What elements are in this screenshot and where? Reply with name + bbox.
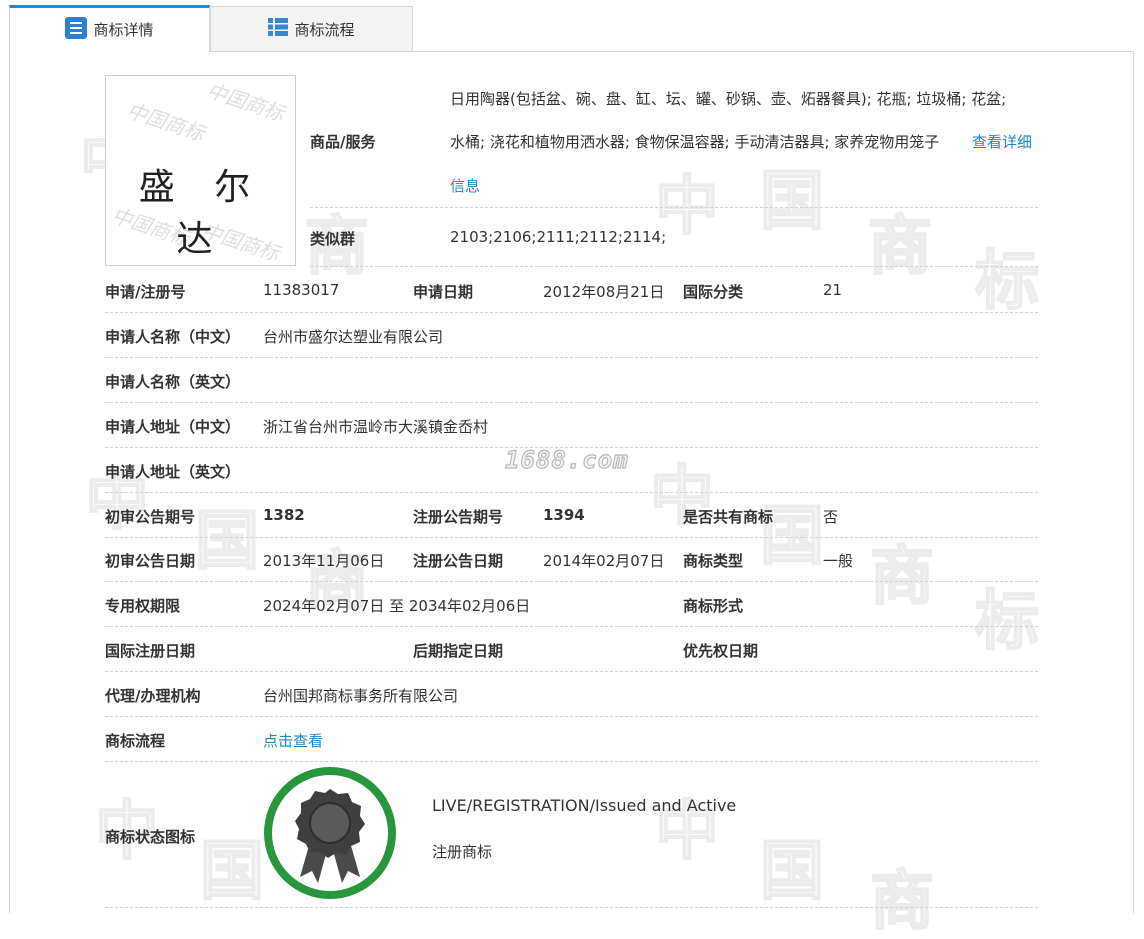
status-badge-icon: [264, 767, 396, 899]
prelim-date-label: 初审公告日期: [105, 552, 196, 570]
priority-date-label: 优先权日期: [683, 642, 759, 660]
agent-label: 代理/办理机构: [105, 687, 201, 705]
applicant-en-label: 申请人名称（英文）: [105, 373, 241, 391]
tab-trademark-detail[interactable]: 商标详情: [9, 5, 210, 51]
goods-label: 商品/服务: [310, 133, 376, 151]
logo-watermark: 中国商标: [203, 78, 288, 126]
reg-pub-no-value: 1394: [543, 506, 585, 524]
reg-no-label: 申请/注册号: [105, 283, 186, 301]
prelim-date-value: 2013年11月06日: [263, 552, 385, 570]
applicant-cn-label: 申请人名称（中文）: [105, 328, 241, 346]
flow-label: 商标流程: [105, 732, 166, 750]
later-date-label: 后期指定日期: [413, 642, 504, 660]
tm-type-value: 一般: [823, 552, 854, 570]
view-details-link-cont[interactable]: 信息: [450, 175, 480, 196]
intl-class-value: 21: [823, 281, 843, 299]
prelim-no-value: 1382: [263, 506, 305, 524]
applicant-cn-value: 台州市盛尔达塑业有限公司: [263, 328, 444, 346]
apply-date-value: 2012年08月21日: [543, 283, 665, 301]
address-en-label: 申请人地址（英文）: [105, 463, 241, 481]
intl-class-label: 国际分类: [683, 283, 744, 301]
status-chinese: 注册商标: [432, 843, 493, 861]
goods-line-2: 水桶; 浇花和植物用洒水器; 食物保温容器; 手动清洁器具; 家养宠物用笼子: [450, 133, 940, 151]
shared-value: 否: [823, 508, 839, 526]
view-details-link[interactable]: 查看详细: [972, 131, 1032, 152]
tab-bar: 商标详情 商标流程: [0, 0, 1144, 52]
intl-reg-date-label: 国际注册日期: [105, 642, 196, 660]
tm-form-label: 商标形式: [683, 597, 744, 615]
tab-label: 商标流程: [294, 20, 355, 39]
prelim-no-label: 初审公告期号: [105, 508, 196, 526]
trademark-image: 中国商标 中国商标 中国商标 中国商标 盛 尔 达: [105, 75, 296, 266]
agent-value: 台州国邦商标事务所有限公司: [263, 687, 459, 705]
status-icon-label: 商标状态图标: [105, 828, 196, 846]
similar-group-value: 2103;2106;2111;2112;2114;: [450, 228, 667, 246]
trademark-mark-text: 盛 尔 达: [138, 167, 265, 260]
view-flow-link[interactable]: 点击查看: [263, 730, 323, 751]
status-english: LIVE/REGISTRATION/Issued and Active: [432, 796, 737, 815]
tab-trademark-flow[interactable]: 商标流程: [210, 6, 413, 51]
apply-date-label: 申请日期: [413, 283, 474, 301]
reg-pub-date-value: 2014年02月07日: [543, 552, 665, 570]
address-cn-label: 申请人地址（中文）: [105, 418, 241, 436]
tm-type-label: 商标类型: [683, 552, 744, 570]
reg-pub-date-label: 注册公告日期: [413, 552, 504, 570]
logo-watermark: 中国商标: [123, 98, 208, 146]
reg-no-value: 11383017: [263, 281, 340, 299]
similar-group-label: 类似群: [310, 230, 356, 248]
grid-list-icon: [268, 18, 289, 40]
reg-pub-no-label: 注册公告期号: [413, 508, 504, 526]
term-label: 专用权期限: [105, 597, 181, 615]
list-icon: [65, 16, 88, 43]
shared-label: 是否共有商标: [683, 508, 774, 526]
goods-line-1: 日用陶器(包括盆、碗、盘、缸、坛、罐、砂锅、壶、炻器餐具); 花瓶; 垃圾桶; …: [450, 90, 1007, 108]
tab-label: 商标详情: [93, 21, 154, 39]
term-value: 2024年02月07日 至 2034年02月06日: [263, 597, 531, 615]
address-cn-value: 浙江省台州市温岭市大溪镇金岙村: [263, 418, 489, 436]
